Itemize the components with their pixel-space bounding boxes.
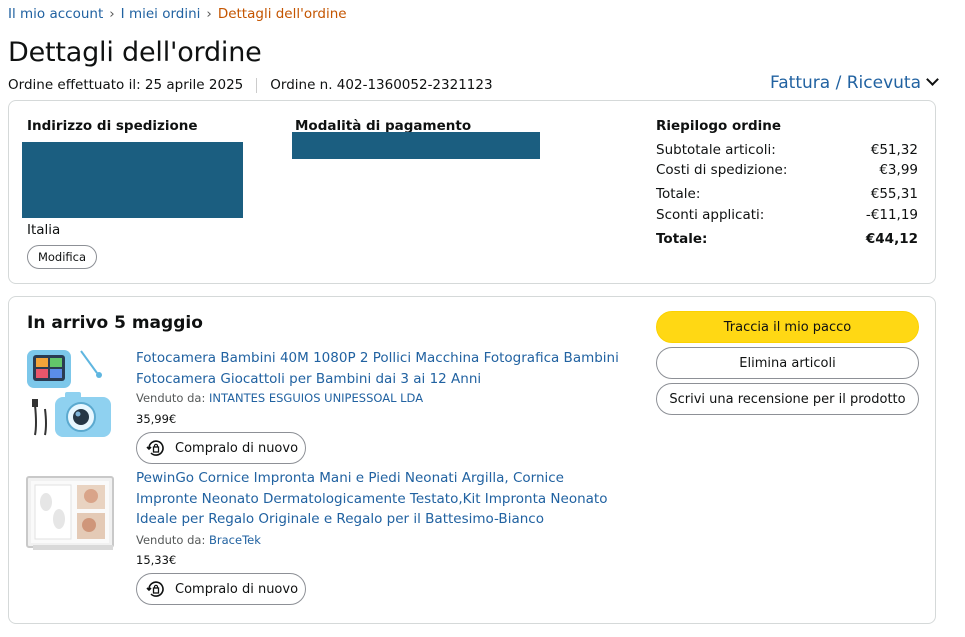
buy-again-icon	[146, 581, 164, 597]
order-info-card: Indirizzo di spedizione Italia Modifica …	[8, 100, 936, 284]
chevron-down-icon	[926, 73, 939, 86]
shipping-country: Italia	[27, 222, 61, 238]
shipment-card: In arrivo 5 maggio Fotocamera Bambini 40…	[8, 296, 936, 624]
buy-again-label: Compralo di nuovo	[175, 440, 299, 456]
breadcrumb-separator: ›	[109, 6, 115, 22]
arrival-status: In arrivo 5 maggio	[27, 313, 203, 333]
product-image-frame[interactable]	[25, 469, 121, 559]
summary-value: -€11,19	[865, 207, 918, 223]
summary-value: €3,99	[879, 162, 918, 178]
edit-address-button[interactable]: Modifica	[27, 245, 97, 269]
redacted-payment	[292, 132, 540, 159]
sold-by-label: Venduto da:	[136, 391, 206, 405]
seller-link[interactable]: BraceTek	[209, 533, 261, 547]
order-meta: Ordine effettuato il: 25 aprile 2025 Ordi…	[8, 77, 493, 93]
delete-items-button[interactable]: Elimina articoli	[656, 347, 919, 379]
breadcrumb-account-link[interactable]: Il mio account	[8, 6, 103, 22]
breadcrumb: Il mio account › I miei ordini › Dettagli de…	[8, 6, 347, 22]
buy-again-icon	[146, 440, 164, 456]
sold-by-label: Venduto da:	[136, 533, 206, 547]
product-price: 15,33€	[136, 553, 177, 567]
page-title: Dettagli dell'ordine	[8, 37, 262, 68]
summary-label: Costi di spedizione:	[656, 162, 788, 178]
shipping-address-title: Indirizzo di spedizione	[27, 118, 198, 134]
seller-link[interactable]: INTANTES ESGUIOS UNIPESSOAL LDA	[209, 391, 423, 405]
invoice-label: Fattura / Ricevuta	[770, 73, 921, 93]
summary-row-shipping: Costi di spedizione: €3,99	[656, 162, 918, 178]
product-title-link[interactable]: PewinGo Cornice Impronta Mani e Piedi Ne…	[136, 468, 626, 530]
breadcrumb-separator: ›	[206, 6, 212, 22]
order-summary-title: Riepilogo ordine	[656, 118, 782, 134]
product-price: 35,99€	[136, 412, 177, 426]
summary-label: Totale:	[656, 231, 708, 247]
summary-value: €51,32	[870, 142, 918, 158]
meta-divider	[256, 77, 258, 93]
summary-label: Subtotale articoli:	[656, 142, 776, 158]
buy-again-button[interactable]: Compralo di nuovo	[136, 432, 306, 464]
summary-value: €44,12	[865, 231, 918, 247]
track-package-button[interactable]: Traccia il mio pacco	[656, 311, 919, 343]
product-title-link[interactable]: Fotocamera Bambini 40M 1080P 2 Pollici M…	[136, 348, 626, 389]
summary-value: €55,31	[870, 186, 918, 202]
write-review-button[interactable]: Scrivi una recensione per il prodotto	[656, 383, 919, 415]
summary-row-grand-total: Totale: €44,12	[656, 231, 918, 247]
invoice-dropdown[interactable]: Fattura / Ricevuta	[770, 73, 939, 93]
summary-row-discounts: Sconti applicati: -€11,19	[656, 207, 918, 223]
order-number: Ordine n. 402-1360052-2321123	[270, 77, 493, 93]
summary-row-subtotal: Subtotale articoli: €51,32	[656, 142, 918, 158]
summary-label: Sconti applicati:	[656, 207, 765, 223]
sold-by: Venduto da: INTANTES ESGUIOS UNIPESSOAL …	[136, 391, 423, 405]
summary-row-total: Totale: €55,31	[656, 186, 918, 202]
buy-again-label: Compralo di nuovo	[175, 581, 299, 597]
summary-label: Totale:	[656, 186, 701, 202]
buy-again-button[interactable]: Compralo di nuovo	[136, 573, 306, 605]
product-image-camera[interactable]	[25, 345, 121, 441]
redacted-address	[22, 142, 243, 218]
order-date: Ordine effettuato il: 25 aprile 2025	[8, 77, 244, 93]
sold-by: Venduto da: BraceTek	[136, 533, 261, 547]
breadcrumb-orders-link[interactable]: I miei ordini	[121, 6, 201, 22]
breadcrumb-current: Dettagli dell'ordine	[217, 6, 347, 22]
